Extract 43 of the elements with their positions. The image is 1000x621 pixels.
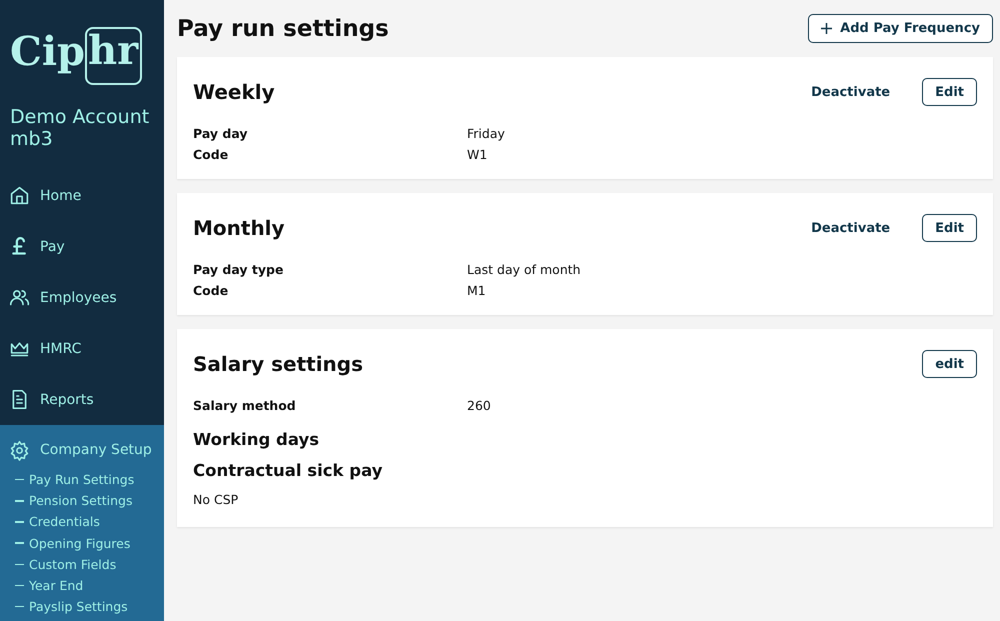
field-value: Friday	[467, 126, 505, 141]
page-title: Pay run settings	[177, 16, 389, 42]
edit-button[interactable]: Edit	[922, 214, 977, 242]
logo-text: Cip	[10, 32, 85, 72]
add-pay-frequency-button[interactable]: Add Pay Frequency	[808, 14, 993, 43]
sub-nav-item[interactable]: Pay Run Settings	[15, 469, 164, 490]
nav-item[interactable]: Reports	[0, 374, 164, 425]
people-icon	[9, 287, 30, 308]
card-title: Monthly	[193, 216, 286, 240]
nav-item[interactable]: Employees	[0, 272, 164, 323]
field-label: Code	[193, 147, 230, 162]
nav-item[interactable]: HMRC	[0, 323, 164, 374]
card-title: Weekly	[193, 80, 276, 104]
plus-icon	[821, 23, 832, 34]
sub-nav-item[interactable]: Year End	[15, 574, 164, 596]
field-label: Code	[193, 283, 230, 298]
sub-nav-item[interactable]: Custom Fields	[15, 554, 164, 575]
edit-button[interactable]: Edit	[922, 78, 977, 106]
account-name: Demo Account mb3	[9, 105, 150, 152]
nav-item[interactable]: Home	[0, 170, 164, 221]
field-value: W1	[467, 147, 488, 162]
field-value: M1	[467, 283, 486, 298]
deactivate-link[interactable]: Deactivate	[811, 220, 890, 236]
home-icon	[9, 185, 30, 206]
field-label: Salary method	[193, 398, 297, 413]
deactivate-link[interactable]: Deactivate	[811, 84, 890, 100]
sub-nav-item[interactable]: Credentials	[15, 511, 164, 533]
section-heading: Contractual sick pay	[193, 461, 384, 480]
logo-boxed-text: hr	[85, 27, 142, 85]
edit-button[interactable]: edit	[922, 350, 977, 378]
sub-nav-item[interactable]: Payslip Settings	[15, 596, 164, 618]
sub-nav-item[interactable]: Opening Figures	[15, 532, 164, 554]
field-value: 260	[467, 398, 491, 413]
field-value: No CSP	[193, 492, 240, 507]
card-title: Salary settings	[193, 352, 364, 376]
section-heading: Working days	[193, 430, 320, 449]
sub-nav-item[interactable]: Pension Settings	[15, 490, 164, 512]
field-label: Pay day	[193, 126, 249, 141]
settings-icon	[9, 440, 30, 460]
nav-item[interactable]: Pay	[0, 221, 164, 272]
field-value: Last day of month	[467, 262, 581, 277]
nav-item[interactable]: Company Setup	[0, 431, 164, 469]
field-label: Pay day type	[193, 262, 284, 277]
